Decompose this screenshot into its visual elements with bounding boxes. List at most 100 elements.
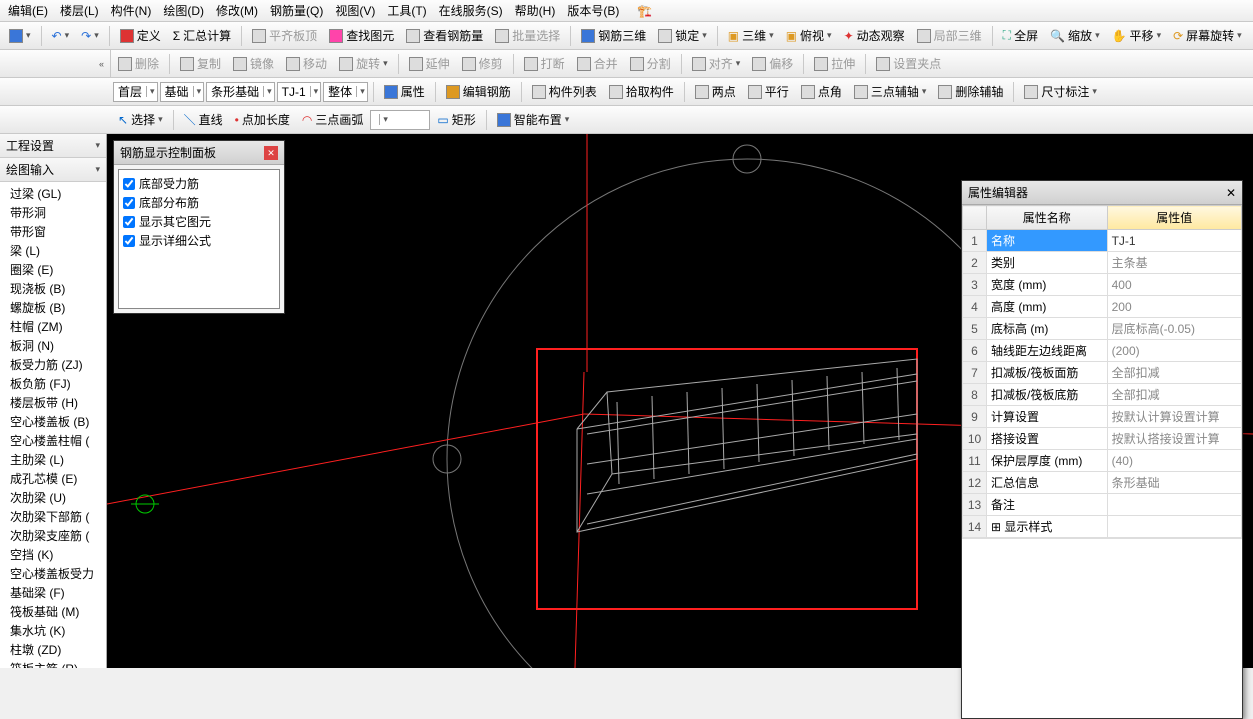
fix-button[interactable]: 修剪 xyxy=(457,52,508,75)
align-button[interactable]: 对齐▾ xyxy=(687,52,746,75)
move-button[interactable]: 移动 xyxy=(281,52,332,75)
property-row[interactable]: 4高度 (mm)200 xyxy=(963,296,1242,318)
property-row[interactable]: 8扣减板/筏板底筋全部扣减 xyxy=(963,384,1242,406)
offset-button[interactable]: 偏移 xyxy=(747,52,798,75)
menu-steel[interactable]: 钢筋量(Q) xyxy=(266,0,327,21)
checkbox[interactable] xyxy=(123,178,135,190)
menu-view[interactable]: 视图(V) xyxy=(331,0,379,21)
screen-rotate-button[interactable]: ⟳屏幕旋转▾ xyxy=(1168,24,1247,47)
rotate-button[interactable]: 旋转▾ xyxy=(334,52,393,75)
two-point-button[interactable]: 两点 xyxy=(690,80,741,103)
type-select[interactable]: 条形基础▾ xyxy=(206,82,275,102)
arc-option-select[interactable]: ▾ xyxy=(370,110,430,130)
menu-modify[interactable]: 修改(M) xyxy=(212,0,262,21)
panel-collapse-icon[interactable]: « xyxy=(99,59,104,69)
edit-steel-button[interactable]: 编辑钢筋 xyxy=(441,80,516,103)
menu-tool[interactable]: 工具(T) xyxy=(383,0,430,21)
three-arc-button[interactable]: ◠三点画弧 xyxy=(297,108,369,131)
3d-button[interactable]: ▣三维▾ xyxy=(723,24,779,47)
tree-item[interactable]: 梁 (L) xyxy=(0,241,106,260)
tree-item[interactable]: 带形洞 xyxy=(0,203,106,222)
whole-select[interactable]: 整体▾ xyxy=(323,82,368,102)
tree-item[interactable]: 板受力筋 (ZJ) xyxy=(0,355,106,374)
menu-draw[interactable]: 绘图(D) xyxy=(159,0,208,21)
select-tool-button[interactable]: ↖选择▾ xyxy=(113,108,168,131)
section-project-settings[interactable]: 工程设置▾ xyxy=(0,134,106,158)
tree-item[interactable]: 筏板主筋 (R) xyxy=(0,659,106,668)
floor-select[interactable]: 首层▾ xyxy=(113,82,158,102)
property-row[interactable]: 12汇总信息条形基础 xyxy=(963,472,1242,494)
checkbox-item[interactable]: 显示详细公式 xyxy=(123,231,275,250)
steel-3d-button[interactable]: 钢筋三维 xyxy=(576,24,651,47)
tree-item[interactable]: 楼层板带 (H) xyxy=(0,393,106,412)
set-grip-button[interactable]: 设置夹点 xyxy=(871,52,946,75)
tree-item[interactable]: 圈梁 (E) xyxy=(0,260,106,279)
checkbox-item[interactable]: 显示其它图元 xyxy=(123,212,275,231)
menu-help[interactable]: 帮助(H) xyxy=(511,0,560,21)
tree-item[interactable]: 集水坑 (K) xyxy=(0,621,106,640)
component-tree[interactable]: 过梁 (GL)带形洞带形窗梁 (L)圈梁 (E)现浇板 (B)螺旋板 (B)柱帽… xyxy=(0,182,106,668)
merge-button[interactable]: 合并 xyxy=(572,52,623,75)
components-button[interactable]: 构件列表 xyxy=(527,80,602,103)
mirror-button[interactable]: 镜像 xyxy=(228,52,279,75)
tree-item[interactable]: 次肋梁 (U) xyxy=(0,488,106,507)
tree-item[interactable]: 空心楼盖柱帽 ( xyxy=(0,431,106,450)
property-row[interactable]: 14⊞ 显示样式 xyxy=(963,516,1242,538)
three-aux-button[interactable]: 三点辅轴▾ xyxy=(849,80,932,103)
menu-online[interactable]: 在线服务(S) xyxy=(435,0,507,21)
menu-edit[interactable]: 编辑(E) xyxy=(4,0,52,21)
tree-item[interactable]: 空心楼盖板受力 xyxy=(0,564,106,583)
tree-item[interactable]: 次肋梁下部筋 ( xyxy=(0,507,106,526)
lock-button[interactable]: 锁定▾ xyxy=(653,24,712,47)
find-button[interactable]: 查找图元 xyxy=(324,24,399,47)
partial-3d-button[interactable]: 局部三维 xyxy=(912,24,987,47)
property-row[interactable]: 9计算设置按默认计算设置计算 xyxy=(963,406,1242,428)
tree-item[interactable]: 板负筋 (FJ) xyxy=(0,374,106,393)
sum-button[interactable]: Σ 汇总计算 xyxy=(168,24,236,47)
close-icon[interactable]: ✕ xyxy=(264,146,278,160)
undo-button[interactable]: ↶▾ xyxy=(47,26,75,46)
overlook-button[interactable]: ▣俯视▾ xyxy=(781,24,837,47)
break-button[interactable]: 打断 xyxy=(519,52,570,75)
property-row[interactable]: 2类别主条基 xyxy=(963,252,1242,274)
property-table[interactable]: 属性名称 属性值 1名称TJ-12类别主条基3宽度 (mm)4004高度 (mm… xyxy=(962,205,1242,538)
align-top-button[interactable]: 平齐板顶 xyxy=(247,24,322,47)
tree-item[interactable]: 空心楼盖板 (B) xyxy=(0,412,106,431)
property-row[interactable]: 1名称TJ-1 xyxy=(963,230,1242,252)
tree-item[interactable]: 基础梁 (F) xyxy=(0,583,106,602)
property-row[interactable]: 7扣减板/筏板面筋全部扣减 xyxy=(963,362,1242,384)
tree-item[interactable]: 柱帽 (ZM) xyxy=(0,317,106,336)
rect-tool-button[interactable]: ▭矩形 xyxy=(432,108,480,131)
property-row[interactable]: 10搭接设置按默认搭接设置计算 xyxy=(963,428,1242,450)
category-select[interactable]: 基础▾ xyxy=(160,82,205,102)
menu-version[interactable]: 版本号(B) xyxy=(563,0,623,21)
delete-button[interactable]: 删除 xyxy=(113,52,164,75)
checkbox-item[interactable]: 底部分布筋 xyxy=(123,193,275,212)
redo-button[interactable]: ↷▾ xyxy=(76,26,104,46)
property-row[interactable]: 3宽度 (mm)400 xyxy=(963,274,1242,296)
property-row[interactable]: 6轴线距左边线距离(200) xyxy=(963,340,1242,362)
menu-component[interactable]: 构件(N) xyxy=(107,0,156,21)
dynamic-view-button[interactable]: ✦动态观察 xyxy=(839,24,910,47)
close-icon[interactable]: ✕ xyxy=(1226,186,1236,200)
split-button[interactable]: 分割 xyxy=(625,52,676,75)
property-row[interactable]: 5底标高 (m)层底标高(-0.05) xyxy=(963,318,1242,340)
tree-item[interactable]: 现浇板 (B) xyxy=(0,279,106,298)
tree-item[interactable]: 板洞 (N) xyxy=(0,336,106,355)
pan-button[interactable]: ✋平移▾ xyxy=(1107,24,1167,47)
view-steel-button[interactable]: 查看钢筋量 xyxy=(401,24,488,47)
tree-item[interactable]: 螺旋板 (B) xyxy=(0,298,106,317)
property-button[interactable]: 属性 xyxy=(379,80,430,103)
tree-item[interactable]: 筏板基础 (M) xyxy=(0,602,106,621)
menu-floor[interactable]: 楼层(L) xyxy=(56,0,103,21)
stretch-button[interactable]: 拉伸 xyxy=(809,52,860,75)
parallel-button[interactable]: 平行 xyxy=(743,80,794,103)
fullscreen-button[interactable]: ⛶全屏 xyxy=(998,24,1043,47)
pick-button[interactable]: 拾取构件 xyxy=(604,80,679,103)
zoom-button[interactable]: 🔍缩放▾ xyxy=(1045,24,1105,47)
copy-button[interactable]: 复制 xyxy=(175,52,226,75)
tree-item[interactable]: 次肋梁支座筋 ( xyxy=(0,526,106,545)
batch-select-button[interactable]: 批量选择 xyxy=(490,24,565,47)
tree-item[interactable]: 主肋梁 (L) xyxy=(0,450,106,469)
del-aux-button[interactable]: 删除辅轴 xyxy=(933,80,1008,103)
